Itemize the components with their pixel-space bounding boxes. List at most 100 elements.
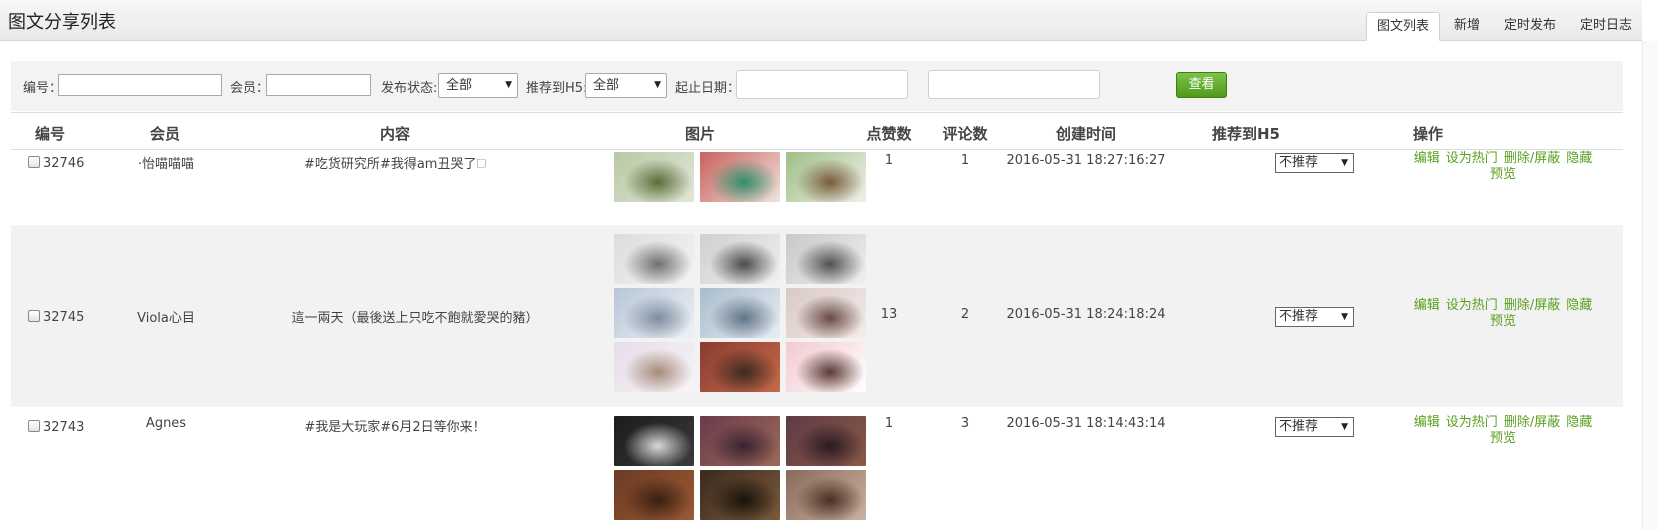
dropdown-arrow-icon: ▼ (1341, 422, 1348, 432)
page-title: 图文分享列表 (8, 12, 116, 33)
row-h5-select[interactable]: 不推荐 ▼ (1275, 417, 1354, 437)
h5-select[interactable]: 全部 ▼ (585, 73, 667, 98)
scrollbar[interactable] (1642, 41, 1658, 530)
row-actions: 编辑 设为热门 删除/屏蔽 隐藏 预览 (1407, 415, 1599, 447)
tab-add[interactable]: 新增 (1444, 12, 1490, 41)
id-filter-input[interactable] (58, 74, 222, 96)
row-created: 2016-05-31 18:24:18:24 (1006, 307, 1166, 322)
row-h5-value: 不推荐 (1279, 155, 1319, 170)
thumbnail-image[interactable] (614, 234, 694, 284)
tab-scheduled-log[interactable]: 定时日志 (1570, 12, 1642, 41)
date-filter-label: 起止日期： (675, 81, 741, 96)
row-h5-select[interactable]: 不推荐 ▼ (1275, 153, 1354, 173)
col-actions: 操作 (1412, 125, 1444, 143)
hide-link[interactable]: 隐藏 (1566, 298, 1592, 313)
set-hot-link[interactable]: 设为热门 (1446, 298, 1498, 313)
member-filter-label: 会员： (230, 81, 270, 96)
thumbnail-image[interactable] (614, 152, 694, 202)
col-likes: 点赞数 (866, 125, 912, 143)
hide-link[interactable]: 隐藏 (1566, 415, 1592, 430)
row-actions: 编辑 设为热门 删除/屏蔽 隐藏 预览 (1407, 298, 1599, 330)
row-h5-value: 不推荐 (1279, 419, 1319, 434)
status-select-value: 全部 (446, 78, 473, 93)
header-bar: 图文分享列表 图文列表 新增 定时发布 定时日志 (0, 0, 1642, 41)
row-member: Agnes (145, 416, 187, 431)
row-member: ·怡喵喵喵 (137, 157, 195, 172)
row-checkbox[interactable] (28, 310, 40, 322)
end-date-input[interactable] (928, 70, 1100, 99)
view-button[interactable]: 查看 (1176, 72, 1227, 98)
table-row: 32743 Agnes #我是大玩家#6月2日等你来！ 1 3 2016-05-… (11, 407, 1623, 530)
col-h5: 推荐到H5 (1212, 125, 1280, 143)
preview-link[interactable]: 预览 (1490, 431, 1516, 446)
delete-link[interactable]: 删除/屏蔽 (1504, 151, 1560, 166)
row-actions: 编辑 设为热门 删除/屏蔽 隐藏 预览 (1407, 151, 1599, 183)
tab-bar: 图文列表 新增 定时发布 定时日志 (1362, 12, 1642, 41)
start-date-input[interactable] (736, 70, 908, 99)
row-content: #吃货研究所#我得am丑哭了🗆 (304, 157, 486, 172)
tab-list[interactable]: 图文列表 (1365, 12, 1440, 41)
table-header: 编号 会员 内容 图片 点赞数 评论数 创建时间 推荐到H5 操作 (11, 112, 1623, 150)
id-filter-label: 编号： (23, 81, 63, 96)
thumbnail-image[interactable] (614, 288, 694, 338)
row-content: #我是大玩家#6月2日等你来！ (304, 420, 486, 435)
row-checkbox[interactable] (28, 156, 40, 168)
thumbnail-image[interactable] (700, 234, 780, 284)
thumbnail-image[interactable] (700, 470, 780, 520)
row-comments: 3 (960, 416, 970, 431)
thumbnail-image[interactable] (700, 416, 780, 466)
h5-filter-label: 推荐到H5: (526, 81, 588, 96)
thumbnail-image[interactable] (786, 416, 866, 466)
dropdown-arrow-icon: ▼ (1341, 158, 1348, 168)
row-images (614, 416, 866, 520)
status-filter-label: 发布状态: (381, 81, 438, 96)
row-comments: 2 (960, 307, 970, 322)
delete-link[interactable]: 删除/屏蔽 (1504, 298, 1560, 313)
col-content: 内容 (379, 125, 411, 143)
member-filter-input[interactable] (266, 74, 371, 96)
row-comments: 1 (960, 153, 970, 168)
row-id: 32745 (43, 310, 85, 325)
preview-link[interactable]: 预览 (1490, 314, 1516, 329)
filter-bar: 编号： 会员： 发布状态: 全部 ▼ 推荐到H5: 全部 ▼ 起止日期： — 查… (11, 61, 1623, 111)
table-row: 32745 Viola心目 這一兩天（最後送上只吃不飽就愛哭的豬） 13 2 2… (11, 225, 1623, 407)
thumbnail-image[interactable] (786, 470, 866, 520)
thumbnail-image[interactable] (786, 234, 866, 284)
preview-link[interactable]: 预览 (1490, 167, 1516, 182)
thumbnail-image[interactable] (614, 416, 694, 466)
tab-scheduled-publish[interactable]: 定时发布 (1494, 12, 1566, 41)
dropdown-arrow-icon: ▼ (505, 80, 512, 90)
thumbnail-image[interactable] (786, 288, 866, 338)
edit-link[interactable]: 编辑 (1414, 151, 1440, 166)
thumbnail-image[interactable] (614, 470, 694, 520)
col-created: 创建时间 (1055, 125, 1117, 143)
thumbnail-image[interactable] (614, 342, 694, 392)
col-member: 会员 (149, 125, 181, 143)
row-h5-select[interactable]: 不推荐 ▼ (1275, 307, 1354, 327)
row-id: 32743 (43, 420, 85, 435)
thumbnail-image[interactable] (786, 342, 866, 392)
col-comments: 评论数 (942, 125, 988, 143)
thumbnail-image[interactable] (786, 152, 866, 202)
row-content: 這一兩天（最後送上只吃不飽就愛哭的豬） (291, 311, 539, 326)
row-likes: 1 (884, 416, 894, 431)
thumbnail-image[interactable] (700, 342, 780, 392)
row-likes: 13 (880, 307, 898, 322)
set-hot-link[interactable]: 设为热门 (1446, 415, 1498, 430)
col-images: 图片 (684, 125, 716, 143)
hide-link[interactable]: 隐藏 (1566, 151, 1592, 166)
row-checkbox[interactable] (28, 420, 40, 432)
h5-select-value: 全部 (593, 78, 620, 93)
status-select[interactable]: 全部 ▼ (438, 73, 518, 98)
row-likes: 1 (884, 153, 894, 168)
thumbnail-image[interactable] (700, 152, 780, 202)
row-member: Viola心目 (137, 311, 195, 326)
delete-link[interactable]: 删除/屏蔽 (1504, 415, 1560, 430)
dropdown-arrow-icon: ▼ (654, 80, 661, 90)
thumbnail-image[interactable] (700, 288, 780, 338)
row-id: 32746 (43, 156, 85, 171)
edit-link[interactable]: 编辑 (1414, 298, 1440, 313)
row-created: 2016-05-31 18:14:43:14 (1006, 416, 1166, 431)
edit-link[interactable]: 编辑 (1414, 415, 1440, 430)
set-hot-link[interactable]: 设为热门 (1446, 151, 1498, 166)
